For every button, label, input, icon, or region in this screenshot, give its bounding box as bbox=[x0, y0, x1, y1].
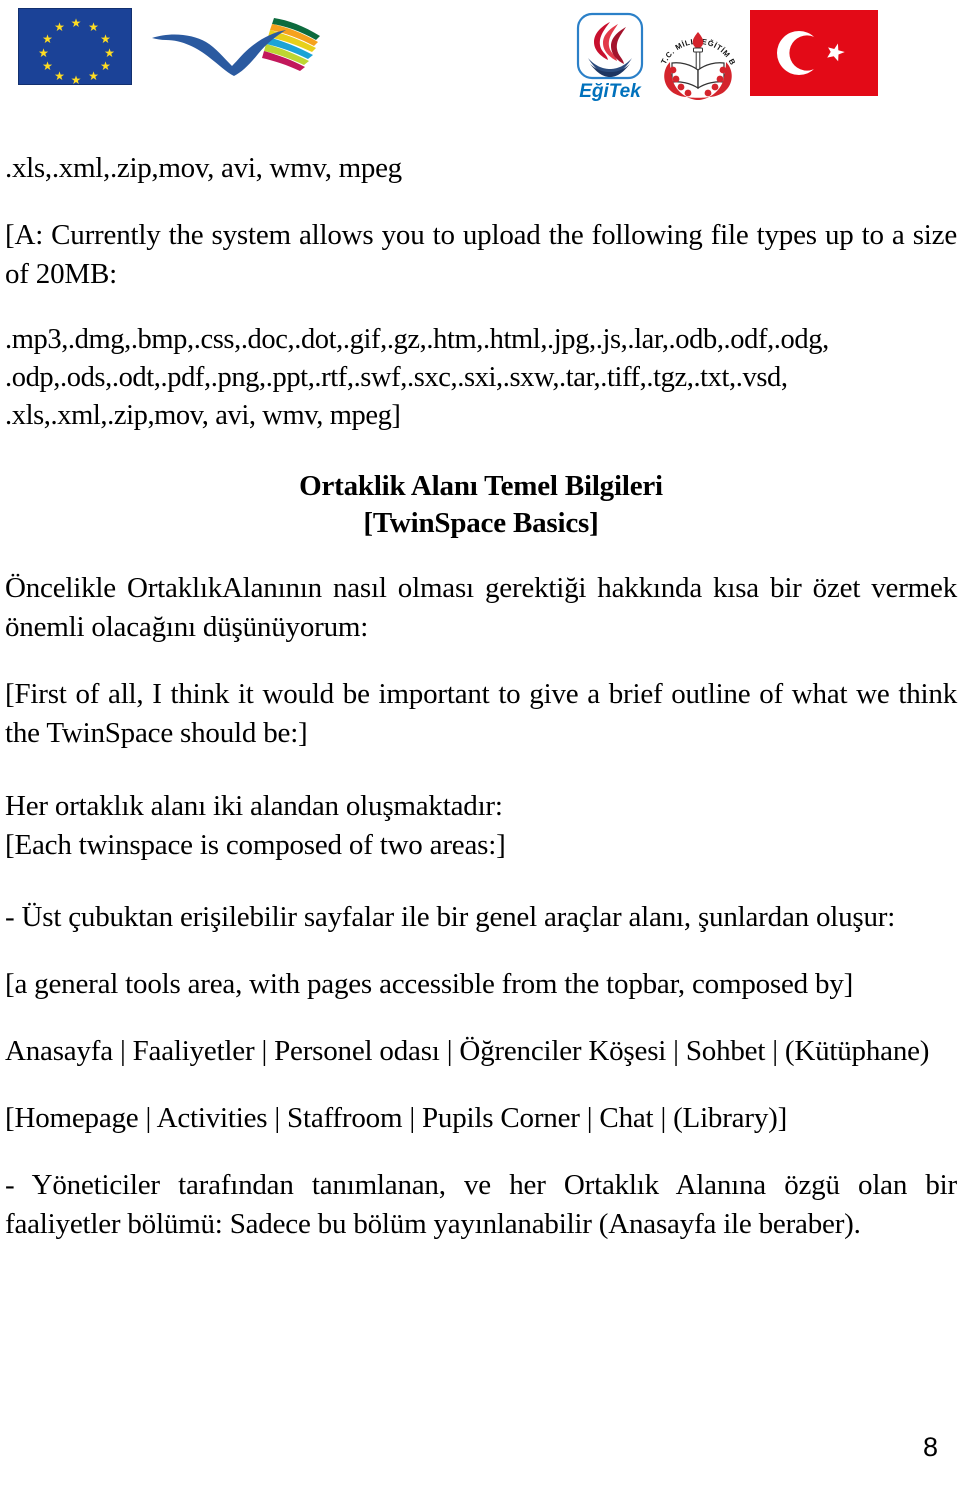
eu-star: ★ bbox=[42, 32, 53, 46]
area-one-paragraph-en: [a general tools area, with pages access… bbox=[5, 968, 854, 1001]
egitek-frame-icon bbox=[576, 12, 644, 80]
egitek-logo: EğiTek bbox=[572, 12, 648, 104]
area-one-paragraph-tr: - Üst çubuktan erişilebilir sayfalar ile… bbox=[5, 901, 896, 934]
intro-paragraph-en: [First of all, I think it would be impor… bbox=[5, 678, 957, 749]
torch-icon bbox=[692, 32, 704, 71]
page-title-tr: Ortaklik Alanı Temel Bilgileri bbox=[299, 470, 663, 503]
header-logo-band: ★ ★ ★ ★ ★ ★ ★ ★ ★ ★ ★ ★ EğiTek T.C. MİL … bbox=[0, 0, 960, 118]
page-title-en: [TwinSpace Basics] bbox=[363, 506, 599, 539]
european-union-flag: ★ ★ ★ ★ ★ ★ ★ ★ ★ ★ ★ ★ bbox=[18, 8, 132, 87]
colour-fan-icon bbox=[262, 18, 320, 71]
eu-star: ★ bbox=[88, 20, 99, 34]
egitek-wordmark: EğiTek bbox=[579, 81, 642, 102]
answer-paragraph: [A: Currently the system allows you to u… bbox=[5, 218, 957, 290]
eu-star: ★ bbox=[54, 69, 65, 83]
filetypes-line-1: .mp3,.dmg,.bmp,.css,.doc,.dot,.gif,.gz,.… bbox=[5, 324, 829, 356]
eu-star: ★ bbox=[70, 16, 82, 30]
document-body: .xls,.xml,.zip,mov, avi, wmv, mpeg [A: C… bbox=[5, 150, 957, 1244]
eu-star: ★ bbox=[104, 46, 115, 60]
lifelong-learning-programme-logo bbox=[148, 10, 324, 86]
composed-paragraph-tr: Her ortaklık alanı iki alandan oluşmakta… bbox=[5, 789, 503, 822]
filetypes-line-2: .odp,.ods,.odt,.pdf,.png,.ppt,.rtf,.swf,… bbox=[5, 362, 788, 394]
eu-star: ★ bbox=[38, 46, 49, 60]
filetypes-line-top: .xls,.xml,.zip,mov, avi, wmv, mpeg bbox=[5, 152, 402, 184]
area-two-paragraph-tr: - Yöneticiler tarafından tanımlanan, ve … bbox=[5, 1168, 957, 1240]
page-number: 8 bbox=[922, 1432, 938, 1462]
filetypes-line-3: .xls,.xml,.zip,mov, avi, wmv, mpeg] bbox=[5, 399, 401, 431]
nav-items-en: [Homepage | Activities | Staffroom | Pup… bbox=[5, 1102, 788, 1135]
eu-star: ★ bbox=[54, 20, 65, 34]
eu-star: ★ bbox=[70, 73, 82, 87]
meb-seal: T.C. MİLLİ EĞİTİM BAKANLIĞI bbox=[654, 12, 742, 104]
eu-star: ★ bbox=[88, 69, 99, 83]
turkish-flag bbox=[750, 10, 878, 96]
composed-paragraph-en: [Each twinspace is composed of two areas… bbox=[5, 828, 506, 861]
eu-star: ★ bbox=[100, 32, 111, 46]
nav-items-tr: Anasayfa | Faaliyetler | Personel odası … bbox=[5, 1035, 930, 1068]
eu-star: ★ bbox=[42, 59, 53, 73]
eu-star: ★ bbox=[100, 59, 111, 73]
intro-paragraph-tr: Öncelikle OrtaklıkAlanının nasıl olması … bbox=[5, 572, 957, 644]
